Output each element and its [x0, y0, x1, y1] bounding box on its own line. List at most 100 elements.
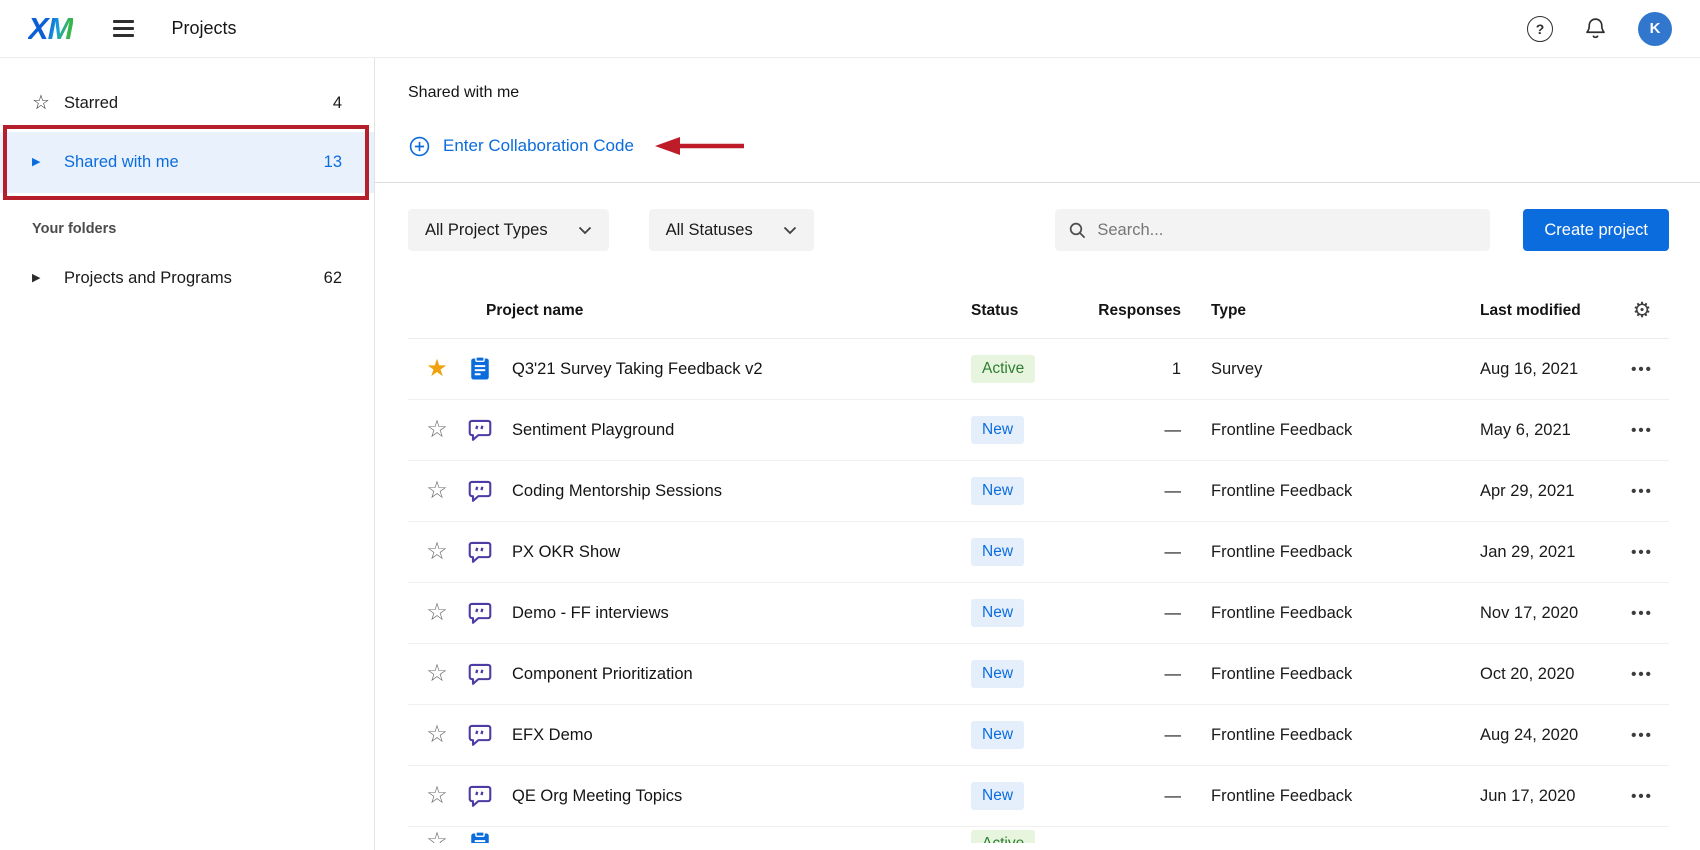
help-icon[interactable]: ?	[1527, 15, 1553, 42]
project-name-link[interactable]: Component Prioritization	[512, 665, 971, 684]
enter-collaboration-code-link[interactable]: Enter Collaboration Code	[408, 135, 634, 158]
collab-link-label: Enter Collaboration Code	[443, 136, 634, 155]
caret-right-icon[interactable]: ▶	[32, 157, 64, 168]
search-input[interactable]	[1097, 220, 1478, 240]
table-settings-gear-icon[interactable]: ⚙	[1615, 298, 1669, 323]
responses-cell: —	[1164, 420, 1182, 439]
chevron-down-icon	[783, 226, 796, 234]
project-type-icon	[466, 660, 512, 688]
project-name-link[interactable]: Q3'21 Survey Taking Feedback v2	[512, 360, 971, 379]
table-row[interactable]: ☆ Component Prioritization New — Frontli…	[408, 644, 1669, 705]
star-icon: ☆	[32, 92, 50, 114]
row-menu-ellipsis-icon[interactable]: •••	[1631, 544, 1653, 561]
project-type-icon	[466, 599, 512, 627]
plus-circle-icon	[409, 136, 430, 156]
type-cell: Frontline Feedback	[1211, 725, 1353, 744]
create-project-button[interactable]: Create project	[1523, 209, 1669, 251]
collaboration-row: Enter Collaboration Code	[408, 126, 1669, 166]
hamburger-menu-icon[interactable]	[109, 16, 138, 40]
responses-cell: —	[1164, 725, 1182, 744]
statuses-dropdown[interactable]: All Statuses	[648, 209, 814, 251]
table-row-partial[interactable]: ☆ Active	[408, 827, 1669, 843]
feedback-bubble-icon	[468, 541, 492, 563]
your-folders-heading: Your folders	[32, 221, 117, 237]
row-menu-ellipsis-icon[interactable]: •••	[1631, 666, 1653, 683]
table-row[interactable]: ☆ QE Org Meeting Topics New — Frontline …	[408, 766, 1669, 827]
table-row[interactable]: ☆ PX OKR Show New — Frontline Feedback J…	[408, 522, 1669, 583]
column-header-type[interactable]: Type	[1181, 302, 1480, 320]
bell-glyph	[1586, 18, 1605, 39]
survey-icon	[471, 831, 489, 843]
row-menu-ellipsis-icon[interactable]: •••	[1631, 605, 1653, 622]
dropdown-label: All Project Types	[425, 220, 548, 239]
responses-cell: —	[1164, 542, 1182, 561]
project-name-link[interactable]: PX OKR Show	[512, 543, 971, 562]
notifications-bell-icon[interactable]	[1583, 16, 1608, 41]
project-type-icon	[466, 721, 512, 749]
project-type-icon	[466, 477, 512, 505]
sidebar-item-shared-with-me[interactable]: ▶ Shared with me 13	[0, 125, 374, 200]
star-toggle[interactable]: ★	[426, 357, 448, 381]
row-menu-ellipsis-icon[interactable]: •••	[1631, 422, 1653, 439]
table-row[interactable]: ★ Q3'21 Survey Taking Feedback v2 Active…	[408, 339, 1669, 400]
project-name-link[interactable]: Sentiment Playground	[512, 421, 971, 440]
project-types-dropdown[interactable]: All Project Types	[408, 209, 609, 251]
column-header-project-name[interactable]: Project name	[466, 302, 971, 320]
modified-cell: May 6, 2021	[1480, 420, 1571, 439]
project-name-link[interactable]: QE Org Meeting Topics	[512, 787, 971, 806]
star-toggle[interactable]: ☆	[426, 662, 448, 686]
feedback-bubble-icon	[468, 663, 492, 685]
page-title: Projects	[171, 18, 237, 38]
type-cell: Frontline Feedback	[1211, 664, 1353, 683]
status-badge: Active	[971, 355, 1036, 383]
sidebar-item-label: Shared with me	[64, 153, 179, 171]
sidebar-item-label: Starred	[64, 93, 119, 112]
star-toggle[interactable]: ☆	[426, 601, 448, 625]
section-divider	[375, 182, 1700, 183]
table-row[interactable]: ☆ Demo - FF interviews New — Frontline F…	[408, 583, 1669, 644]
project-name-link[interactable]: EFX Demo	[512, 726, 971, 745]
star-toggle[interactable]: ☆	[426, 784, 448, 808]
responses-cell: —	[1164, 603, 1182, 622]
column-header-responses[interactable]: Responses	[1091, 302, 1181, 320]
column-header-status[interactable]: Status	[971, 302, 1091, 320]
topbar: XM Projects ? K	[0, 0, 1700, 58]
status-badge: New	[971, 538, 1025, 566]
row-menu-ellipsis-icon[interactable]: •••	[1631, 361, 1653, 378]
sidebar-item-count: 13	[323, 153, 342, 171]
modified-cell: Aug 16, 2021	[1480, 359, 1579, 378]
status-badge: New	[971, 477, 1025, 505]
type-cell: Frontline Feedback	[1211, 481, 1353, 500]
star-toggle[interactable]: ☆	[426, 479, 448, 503]
project-type-icon	[466, 830, 512, 843]
table-row[interactable]: ☆ Sentiment Playground New — Frontline F…	[408, 400, 1669, 461]
type-cell: Survey	[1211, 359, 1263, 378]
star-toggle[interactable]: ☆	[426, 540, 448, 564]
star-toggle[interactable]: ☆	[426, 723, 448, 747]
modified-cell: Jun 17, 2020	[1480, 786, 1576, 805]
modified-cell: Apr 29, 2021	[1480, 481, 1575, 500]
caret-right-icon[interactable]: ▶	[32, 272, 64, 284]
sidebar-item-starred[interactable]: ☆ Starred 4	[0, 74, 374, 132]
type-cell: Frontline Feedback	[1211, 786, 1353, 805]
star-toggle[interactable]: ☆	[426, 830, 448, 844]
row-menu-ellipsis-icon[interactable]: •••	[1631, 727, 1653, 744]
column-header-last-modified[interactable]: Last modified	[1480, 302, 1615, 320]
feedback-bubble-icon	[468, 602, 492, 624]
responses-cell: —	[1164, 481, 1182, 500]
feedback-bubble-icon	[468, 724, 492, 746]
type-cell: Frontline Feedback	[1211, 603, 1353, 622]
sidebar-item-projects-and-programs[interactable]: ▶ Projects and Programs 62	[0, 249, 374, 307]
star-toggle[interactable]: ☆	[426, 418, 448, 442]
annotation-arrow-icon	[654, 137, 744, 155]
project-name-link[interactable]: Coding Mentorship Sessions	[512, 482, 971, 501]
table-row[interactable]: ☆ Coding Mentorship Sessions New — Front…	[408, 461, 1669, 522]
row-menu-ellipsis-icon[interactable]: •••	[1631, 483, 1653, 500]
responses-cell: —	[1164, 786, 1182, 805]
project-name-link[interactable]: Demo - FF interviews	[512, 604, 971, 623]
xm-logo[interactable]: XM	[28, 11, 73, 47]
table-row[interactable]: ☆ EFX Demo New — Frontline Feedback Aug …	[408, 705, 1669, 766]
modified-cell: Aug 24, 2020	[1480, 725, 1579, 744]
row-menu-ellipsis-icon[interactable]: •••	[1631, 788, 1653, 805]
user-avatar[interactable]: K	[1638, 11, 1672, 46]
